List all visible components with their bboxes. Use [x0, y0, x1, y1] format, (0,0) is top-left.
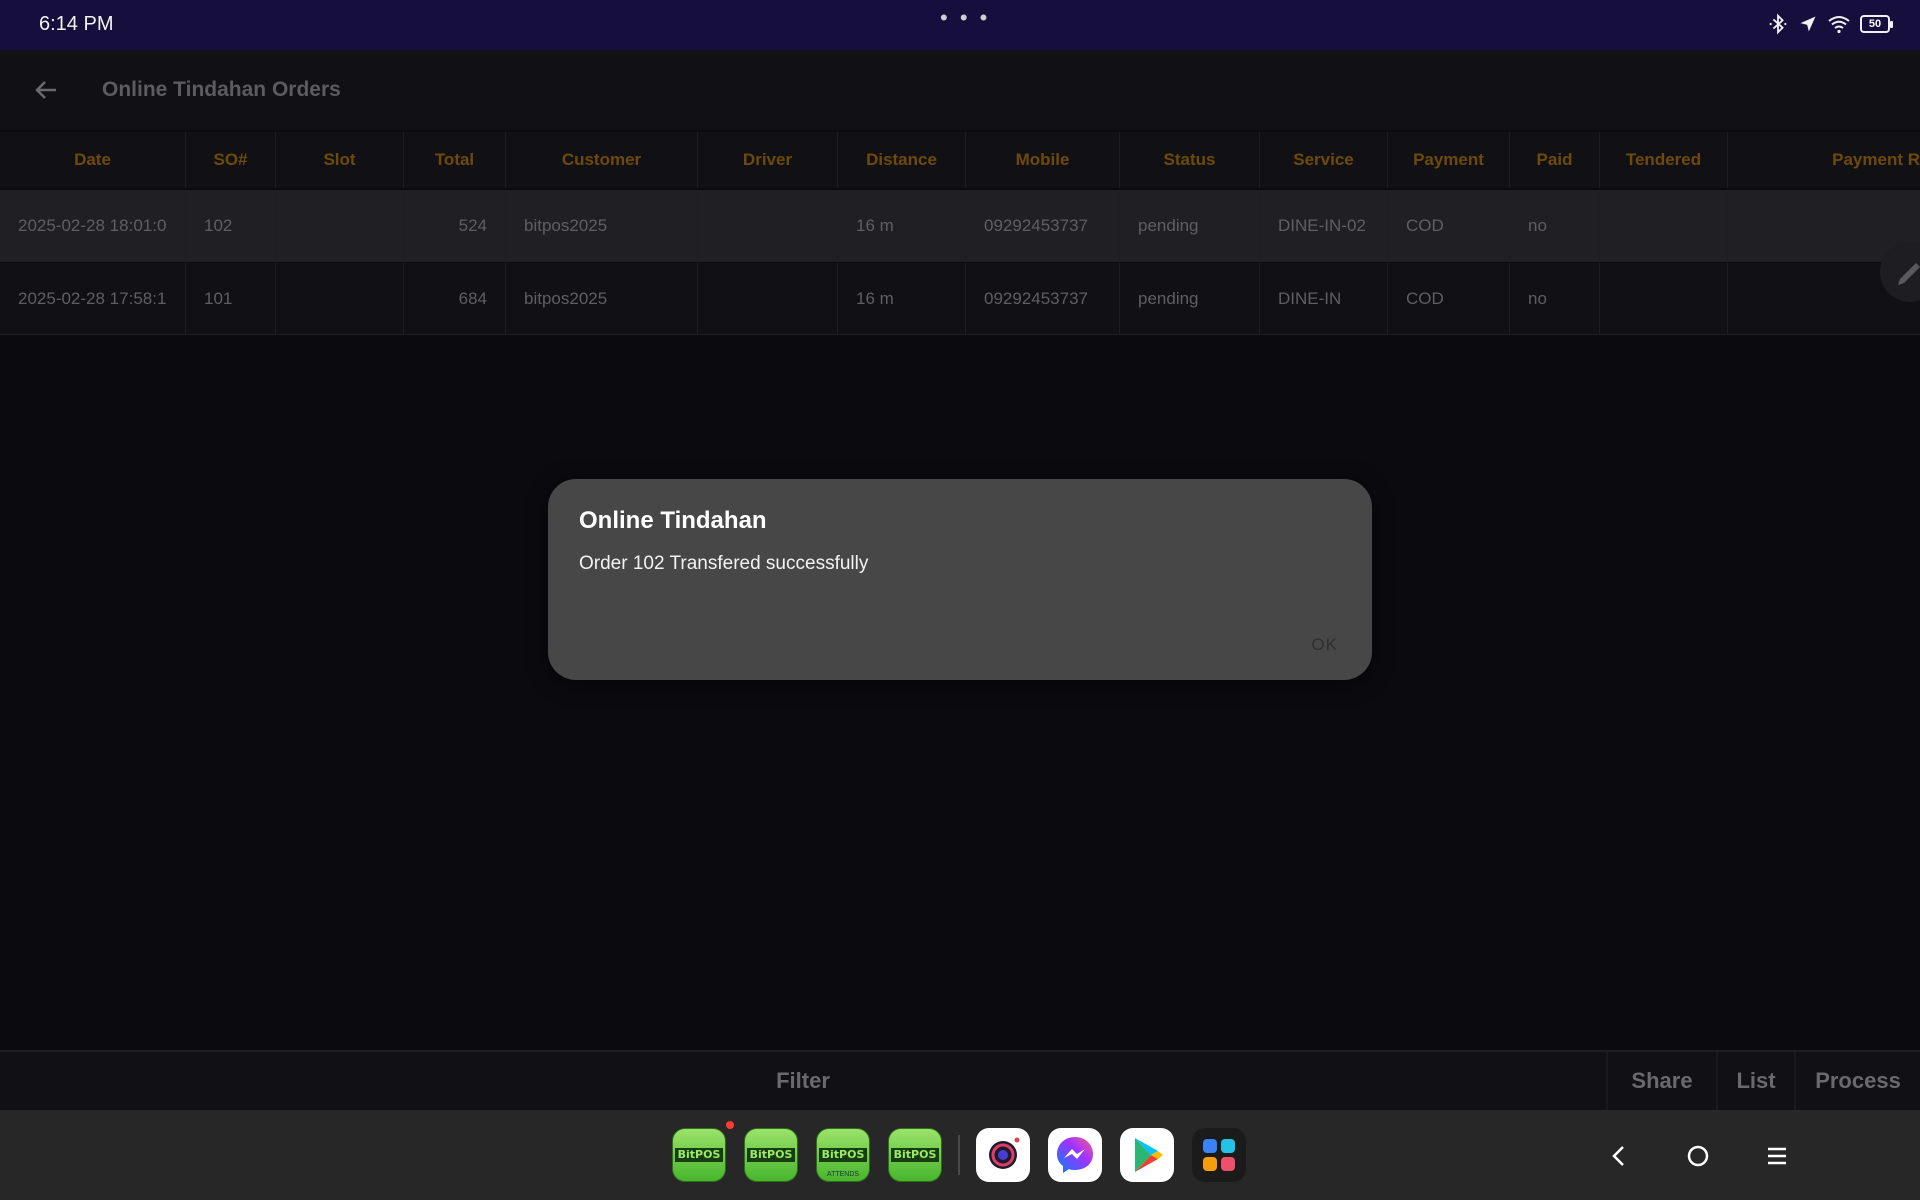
bitpos-sub-text: ATTENDS: [826, 1171, 860, 1178]
column-header-status[interactable]: Status: [1120, 132, 1260, 188]
cell-status: pending: [1120, 190, 1260, 261]
column-header-customer[interactable]: Customer: [506, 132, 698, 188]
wifi-icon: [1828, 16, 1850, 34]
grid-apps-icon: [1203, 1139, 1235, 1171]
app-launcher-icon[interactable]: [1192, 1128, 1246, 1182]
more-indicator[interactable]: • • •: [940, 5, 990, 31]
column-header-tendered[interactable]: Tendered: [1600, 132, 1728, 188]
cell-service: DINE-IN: [1260, 263, 1388, 334]
status-bar: 6:14 PM • • • 50: [0, 0, 1920, 50]
cell-so: 101: [186, 263, 276, 334]
app-bar: Online Tindahan Orders: [0, 50, 1920, 130]
cell-status: pending: [1120, 263, 1260, 334]
cell-payment: COD: [1388, 190, 1510, 261]
filter-button[interactable]: Filter: [0, 1052, 1606, 1110]
column-header-driver[interactable]: Driver: [698, 132, 838, 188]
cell-paid: no: [1510, 190, 1600, 261]
bitpos-logo-text: BitPOS: [747, 1148, 795, 1162]
chevron-left-icon: [1612, 1146, 1624, 1166]
table-row[interactable]: 2025-02-28 18:01:0 102 524 bitpos2025 16…: [0, 190, 1920, 262]
messenger-app-icon[interactable]: [1048, 1128, 1102, 1182]
cell-slot: [276, 263, 404, 334]
column-header-paid[interactable]: Paid: [1510, 132, 1600, 188]
cell-mobile: 09292453737: [966, 190, 1120, 261]
camera-lens-icon: [989, 1137, 1020, 1169]
page-title: Online Tindahan Orders: [102, 78, 341, 101]
column-header-payment-ref[interactable]: Payment R: [1728, 132, 1920, 188]
bottom-action-bar: Filter Share List Process: [0, 1050, 1920, 1110]
cell-driver: [698, 263, 838, 334]
status-icons: 50: [1767, 13, 1893, 35]
bluetooth-icon: [1769, 13, 1787, 35]
cell-customer: bitpos2025: [506, 190, 698, 261]
play-triangle-icon: [1135, 1138, 1163, 1172]
camera-app-icon[interactable]: [976, 1128, 1030, 1182]
cell-date: 2025-02-28 18:01:0: [0, 190, 186, 261]
bitpos-app-icon[interactable]: BitPOS: [744, 1128, 798, 1182]
list-button[interactable]: List: [1716, 1052, 1794, 1110]
process-button[interactable]: Process: [1794, 1052, 1920, 1110]
cell-distance: 16 m: [838, 263, 966, 334]
menu-lines-icon: [1768, 1147, 1786, 1165]
cell-mobile: 09292453737: [966, 263, 1120, 334]
nav-back-button[interactable]: [1599, 1136, 1639, 1176]
circle-home-icon: [1687, 1145, 1709, 1167]
alert-dialog: Online Tindahan Order 102 Transfered suc…: [548, 479, 1372, 680]
dialog-message: Order 102 Transfered successfully: [579, 553, 869, 574]
column-header-service[interactable]: Service: [1260, 132, 1388, 188]
nav-recents-button[interactable]: [1757, 1136, 1797, 1176]
column-header-total[interactable]: Total: [404, 132, 506, 188]
notification-dot: [726, 1121, 734, 1129]
column-header-date[interactable]: Date: [0, 132, 186, 188]
cell-tendered: [1600, 190, 1728, 261]
battery-icon: 50: [1860, 15, 1893, 33]
column-header-mobile[interactable]: Mobile: [966, 132, 1120, 188]
cell-payment: COD: [1388, 263, 1510, 334]
table-row[interactable]: 2025-02-28 17:58:1 101 684 bitpos2025 16…: [0, 263, 1920, 335]
nav-home-button[interactable]: [1678, 1136, 1718, 1176]
cell-total: 524: [404, 190, 506, 261]
column-header-slot[interactable]: Slot: [276, 132, 404, 188]
cell-driver: [698, 190, 838, 261]
cell-date: 2025-02-28 17:58:1: [0, 263, 186, 334]
messenger-logo-icon: [1057, 1137, 1093, 1173]
cell-service: DINE-IN-02: [1260, 190, 1388, 261]
cell-distance: 16 m: [838, 190, 966, 261]
screen: 6:14 PM • • • 50 Online Tindahan Orders …: [0, 0, 1920, 1200]
play-store-icon[interactable]: [1120, 1128, 1174, 1182]
cell-slot: [276, 190, 404, 261]
column-header-distance[interactable]: Distance: [838, 132, 966, 188]
bitpos-attendance-app-icon[interactable]: BitPOS ATTENDS: [816, 1128, 870, 1182]
cell-so: 102: [186, 190, 276, 261]
bitpos-app-icon[interactable]: BitPOS: [888, 1128, 942, 1182]
bitpos-app-icon[interactable]: BitPOS: [672, 1128, 726, 1182]
column-header-payment[interactable]: Payment: [1388, 132, 1510, 188]
location-icon: [1800, 16, 1816, 32]
column-header-so[interactable]: SO#: [186, 132, 276, 188]
arrow-left-icon: [35, 81, 56, 99]
back-button[interactable]: [28, 72, 64, 108]
share-button[interactable]: Share: [1606, 1052, 1716, 1110]
table-header: Date SO# Slot Total Customer Driver Dist…: [0, 132, 1920, 188]
dock-separator: [958, 1135, 960, 1175]
bitpos-logo-text: BitPOS: [675, 1148, 723, 1162]
bitpos-logo-text: BitPOS: [891, 1148, 939, 1162]
bitpos-logo-text: BitPOS: [819, 1148, 867, 1162]
cell-tendered: [1600, 263, 1728, 334]
cell-total: 684: [404, 263, 506, 334]
cell-customer: bitpos2025: [506, 263, 698, 334]
status-time: 6:14 PM: [39, 13, 114, 35]
ok-button[interactable]: OK: [1311, 635, 1338, 655]
cell-paid: no: [1510, 263, 1600, 334]
pencil-icon: [1898, 263, 1920, 285]
dialog-title: Online Tindahan: [579, 507, 767, 534]
